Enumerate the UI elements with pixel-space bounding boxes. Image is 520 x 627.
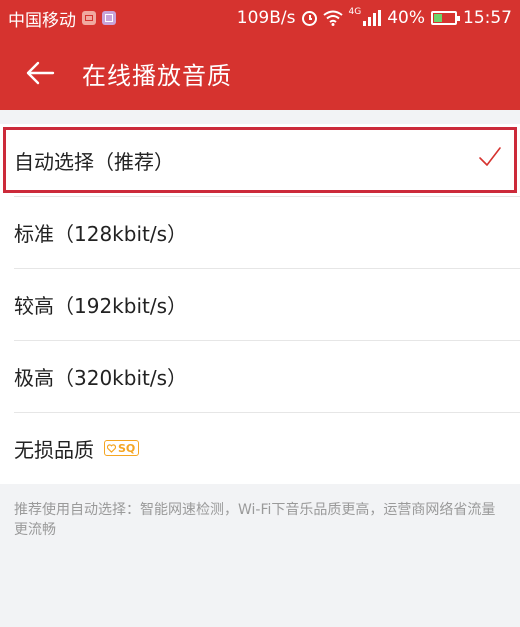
status-bar: 中国移动 109B/s 4G 40% 15:57 bbox=[0, 0, 520, 36]
quality-options-list: 自动选择（推荐） 标准（128kbit/s） 较高（192kbit/s） 极高（… bbox=[0, 124, 520, 484]
net-speed: 109B/s bbox=[236, 8, 296, 28]
mail-notification-icon bbox=[82, 11, 96, 25]
battery-percent: 40% bbox=[387, 8, 425, 28]
wifi-icon bbox=[322, 10, 343, 26]
sq-badge: SQ bbox=[104, 440, 140, 456]
network-type: 4G bbox=[348, 7, 362, 17]
back-arrow-icon[interactable] bbox=[10, 36, 70, 110]
battery-icon bbox=[431, 11, 460, 25]
option-standard[interactable]: 标准（128kbit/s） bbox=[0, 196, 520, 268]
battery-fill bbox=[434, 14, 442, 22]
option-label: 无损品质 bbox=[14, 437, 94, 462]
option-auto[interactable]: 自动选择（推荐） bbox=[0, 124, 520, 196]
title-bar: 在线播放音质 bbox=[0, 36, 520, 110]
alarm-icon bbox=[301, 10, 317, 26]
signal-icon bbox=[363, 10, 382, 26]
carrier-name: 中国移动 bbox=[8, 10, 76, 31]
option-lossless[interactable]: 无损品质 SQ bbox=[0, 412, 520, 484]
status-left: 中国移动 bbox=[8, 6, 116, 31]
gallery-notification-icon bbox=[102, 11, 116, 25]
page-title: 在线播放音质 bbox=[82, 61, 232, 90]
clock: 15:57 bbox=[463, 8, 512, 28]
top-spacer bbox=[0, 110, 520, 124]
option-label: 极高（320kbit/s） bbox=[14, 365, 188, 390]
status-right: 109B/s 4G 40% 15:57 bbox=[236, 7, 512, 28]
sq-badge-text: SQ bbox=[118, 441, 136, 455]
option-higher[interactable]: 较高（192kbit/s） bbox=[0, 268, 520, 340]
option-extreme[interactable]: 极高（320kbit/s） bbox=[0, 340, 520, 412]
footer-note: 推荐使用自动选择：智能网速检测，Wi-Fi下音乐品质更高，运营商网络省流量更流畅 bbox=[14, 502, 496, 538]
checkmark-icon bbox=[478, 146, 502, 173]
option-label: 自动选择（推荐） bbox=[14, 149, 174, 174]
option-label: 较高（192kbit/s） bbox=[14, 293, 188, 318]
heart-icon bbox=[107, 443, 116, 453]
option-label: 标准（128kbit/s） bbox=[14, 221, 188, 246]
